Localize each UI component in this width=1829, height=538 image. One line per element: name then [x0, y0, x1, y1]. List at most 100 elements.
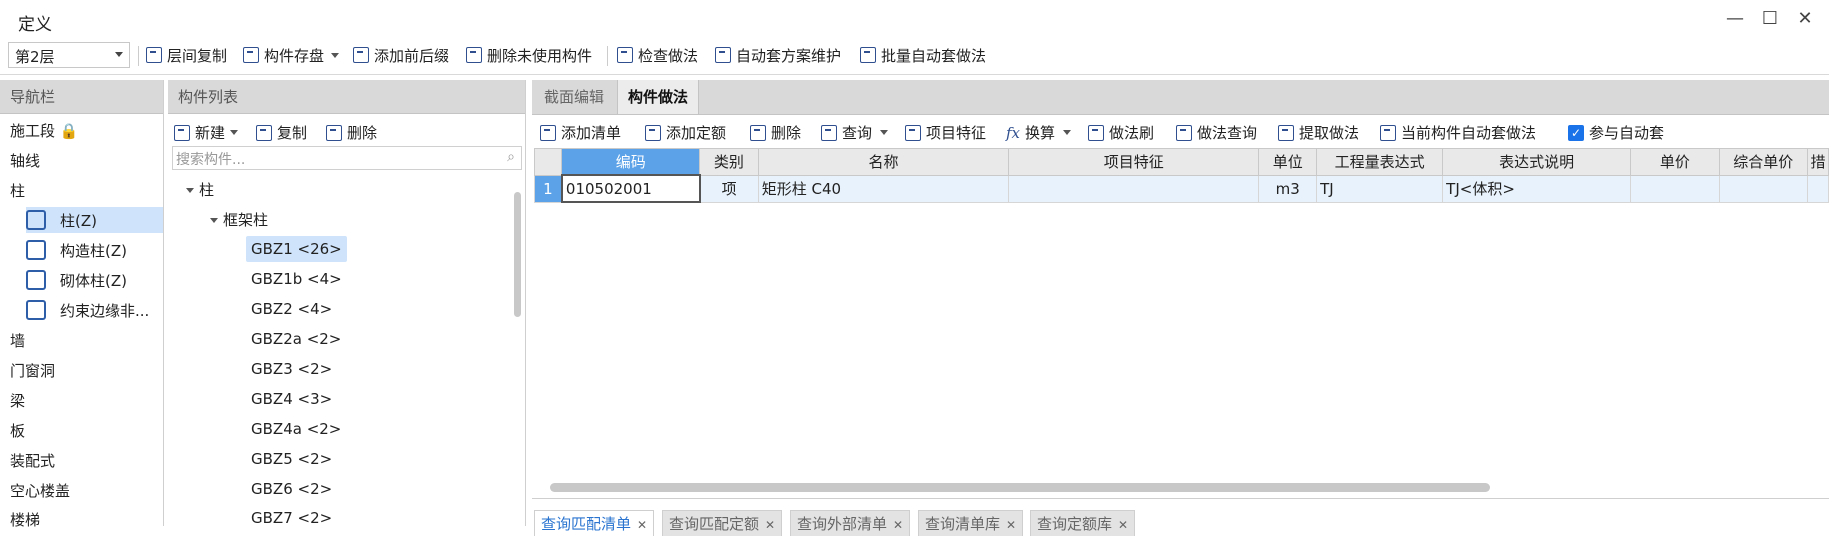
method-query-button[interactable]: 做法查询 [1176, 122, 1257, 143]
component-search-input[interactable]: 搜索构件... ⌕ [172, 146, 522, 170]
delete-row-button[interactable]: 删除 [750, 122, 801, 143]
nav-item-construction-segment[interactable]: 施工段 🔒 [10, 120, 78, 141]
column-header-type[interactable]: 类别 [699, 148, 759, 176]
copy-component-button[interactable]: 复制 [256, 122, 307, 143]
convert-button[interactable]: fx 换算 [1006, 122, 1076, 143]
tree-leaf-component[interactable]: GBZ1 <26> [246, 236, 347, 262]
tree-leaf-component[interactable]: GBZ2a <2> [246, 326, 346, 352]
nav-item-door-window[interactable]: 门窗洞 [10, 360, 55, 381]
column-header-price[interactable]: 单价 [1630, 148, 1720, 176]
tree-leaf-component[interactable]: GBZ6 <2> [246, 476, 337, 502]
tree-leaf-component[interactable]: GBZ3 <2> [246, 356, 337, 382]
close-icon[interactable]: ✕ [1118, 518, 1128, 532]
cell-price[interactable] [1630, 174, 1720, 203]
add-prefix-suffix-button[interactable]: 添加前后缀 [353, 44, 449, 66]
column-header-code[interactable]: 编码 [561, 148, 701, 176]
cell-name[interactable]: 矩形柱 C40 [757, 174, 1010, 203]
floor-select[interactable]: 第2层 [8, 42, 130, 68]
new-component-button[interactable]: 新建 [174, 122, 243, 143]
query-icon [821, 124, 837, 141]
participate-auto-checkbox[interactable]: ✓ 参与自动套 [1568, 122, 1664, 143]
button-label: 添加定额 [666, 124, 727, 142]
nav-item-wall[interactable]: 墙 [10, 330, 25, 351]
item-feature-button[interactable]: 项目特征 [905, 122, 986, 143]
tree-node-column[interactable]: 柱 [186, 179, 214, 200]
cell-expression[interactable]: TJ [1316, 174, 1444, 203]
cell-extra[interactable] [1806, 174, 1829, 203]
bottom-tab-external-bill[interactable]: 查询外部清单 ✕ [790, 510, 911, 536]
nav-sub-constructional-column[interactable]: 构造柱(Z) [26, 237, 163, 263]
column-header-feature[interactable]: 项目特征 [1008, 148, 1260, 176]
nav-item-beam[interactable]: 梁 [10, 390, 25, 411]
close-icon[interactable]: ✕ [637, 518, 647, 532]
nav-item-prefab[interactable]: 装配式 [10, 450, 55, 471]
close-button[interactable]: ✕ [1790, 6, 1820, 30]
tree-leaf-component[interactable]: GBZ2 <4> [246, 296, 337, 322]
check-method-button[interactable]: 检查做法 [617, 44, 698, 66]
tree-leaf-component[interactable]: GBZ1b <4> [246, 266, 347, 292]
save-component-button[interactable]: 构件存盘 [243, 44, 344, 66]
maximize-button[interactable]: ☐ [1755, 6, 1785, 30]
tree-leaf-component[interactable]: GBZ4 <3> [246, 386, 337, 412]
nav-item-hollow-floor[interactable]: 空心楼盖 [10, 480, 70, 501]
bottom-tab-match-bill[interactable]: 查询匹配清单 ✕ [534, 510, 655, 536]
table-header-row: 编码 类别 名称 项目特征 单位 工程量表达式 表达式说明 单价 综合单价 措 [533, 148, 1829, 176]
tab-section-edit[interactable]: 截面编辑 [534, 80, 615, 114]
cell-code[interactable]: 010502001 [560, 174, 701, 203]
nav-item-axis[interactable]: 轴线 [10, 150, 40, 171]
minimize-button[interactable]: — [1720, 6, 1750, 30]
column-header-total-price[interactable]: 综合单价 [1718, 148, 1808, 176]
component-list-toolbar: 新建 复制 删除 [168, 114, 525, 146]
close-icon[interactable]: ✕ [765, 518, 775, 532]
button-label: 项目特征 [926, 124, 987, 142]
nav-item-stairs[interactable]: 楼梯 [10, 509, 40, 530]
nav-label: 约束边缘非... [60, 301, 150, 320]
cell-expression-desc[interactable]: TJ<体积> [1442, 174, 1632, 203]
batch-auto-button[interactable]: 批量自动套做法 [860, 44, 986, 66]
bottom-tab-bill-library[interactable]: 查询清单库 ✕ [918, 510, 1024, 536]
copy-icon [146, 47, 162, 63]
add-bill-button[interactable]: 添加清单 [540, 122, 621, 143]
auto-scheme-button[interactable]: 自动套方案维护 [715, 44, 841, 66]
button-label: 复制 [277, 124, 308, 142]
tab-component-method[interactable]: 构件做法 [617, 80, 700, 114]
tree-leaf-component[interactable]: GBZ5 <2> [246, 446, 337, 472]
method-brush-button[interactable]: 做法刷 [1088, 122, 1154, 143]
copy-between-floors-button[interactable]: 层间复制 [146, 44, 227, 66]
delete-unused-button[interactable]: 删除未使用构件 [466, 44, 592, 66]
add-quota-button[interactable]: 添加定额 [645, 122, 726, 143]
nav-sub-masonry-column[interactable]: 砌体柱(Z) [26, 267, 163, 293]
check-icon [617, 47, 633, 63]
nav-sub-boundary-column[interactable]: 约束边缘非... [26, 297, 163, 323]
column-header-unit[interactable]: 单位 [1258, 148, 1318, 176]
column-header-name[interactable]: 名称 [757, 148, 1010, 176]
scheme-icon [715, 47, 731, 63]
bottom-tab-quota-library[interactable]: 查询定额库 ✕ [1030, 510, 1136, 536]
vertical-scrollbar[interactable] [514, 192, 521, 317]
cell-feature[interactable] [1008, 174, 1260, 203]
close-icon[interactable]: ✕ [893, 518, 903, 532]
nav-item-column[interactable]: 柱 [10, 180, 25, 201]
button-label: 新建 [195, 124, 226, 142]
column-header-extra[interactable]: 措 [1806, 148, 1829, 176]
cell-total-price[interactable] [1718, 174, 1808, 203]
auto-apply-current-button[interactable]: 当前构件自动套做法 [1380, 122, 1536, 143]
bottom-tab-match-quota[interactable]: 查询匹配定额 ✕ [662, 510, 783, 536]
extract-method-button[interactable]: 提取做法 [1278, 122, 1359, 143]
horizontal-scrollbar[interactable] [550, 483, 1490, 492]
search-icon: ⌕ [507, 149, 515, 165]
close-icon[interactable]: ✕ [1006, 518, 1016, 532]
nav-sub-column[interactable]: 柱(Z) [26, 207, 163, 233]
table-row[interactable]: 1 010502001 项 矩形柱 C40 m3 TJ TJ<体积> [533, 174, 1829, 203]
cell-unit[interactable]: m3 [1258, 174, 1318, 203]
tree-leaf-component[interactable]: GBZ4a <2> [246, 416, 346, 442]
nav-item-slab[interactable]: 板 [10, 420, 25, 441]
column-header-expression[interactable]: 工程量表达式 [1316, 148, 1444, 176]
tree-node-frame-column[interactable]: 框架柱 [210, 209, 268, 230]
query-button[interactable]: 查询 [821, 122, 893, 143]
column-header-expression-desc[interactable]: 表达式说明 [1442, 148, 1632, 176]
cell-type[interactable]: 项 [699, 174, 759, 203]
delete-component-button[interactable]: 删除 [326, 122, 377, 143]
trash-icon [326, 124, 342, 141]
tree-leaf-component[interactable]: GBZ7 <2> [246, 505, 337, 531]
